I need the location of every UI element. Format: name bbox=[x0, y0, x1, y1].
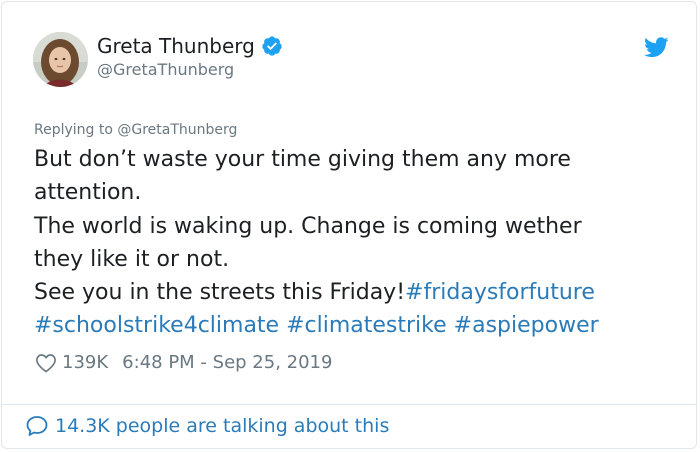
reply-context: Replying to @GretaThunberg bbox=[34, 122, 238, 138]
hashtag-link[interactable]: #fridaysforfuture bbox=[405, 280, 595, 305]
hashtag-link[interactable]: #climatestrike bbox=[286, 313, 447, 338]
tweet-line: #schoolstrike4climate #climatestrike #as… bbox=[34, 309, 674, 342]
tweet-line: they like it or not. bbox=[34, 246, 230, 272]
conversation-text[interactable]: 14.3K people are talking about this bbox=[55, 415, 389, 437]
author-name[interactable]: Greta Thunberg bbox=[97, 34, 255, 58]
like-count[interactable]: 139K bbox=[62, 352, 108, 373]
tweet-line: attention. bbox=[34, 180, 142, 206]
hashtag-link[interactable]: #schoolstrike4climate bbox=[34, 313, 279, 338]
tweet-card: Greta Thunberg @GretaThunberg Replying t… bbox=[1, 1, 697, 449]
author-handle[interactable]: @GretaThunberg bbox=[97, 60, 234, 79]
conversation-link[interactable]: 14.3K people are talking about this bbox=[25, 414, 389, 438]
tweet-text: But don’t waste your time giving them an… bbox=[34, 143, 674, 343]
footer-divider bbox=[2, 404, 696, 405]
tweet-timestamp[interactable]: 6:48 PM - Sep 25, 2019 bbox=[122, 352, 332, 373]
tweet-line: But don’t waste your time giving them an… bbox=[34, 147, 571, 172]
heart-icon[interactable] bbox=[35, 353, 57, 373]
speech-bubble-icon bbox=[25, 414, 49, 438]
twitter-bird-icon[interactable] bbox=[644, 37, 669, 58]
hashtag-link[interactable]: #aspiepower bbox=[454, 313, 599, 338]
avatar[interactable] bbox=[33, 32, 88, 87]
tweet-meta: 139K 6:48 PM - Sep 25, 2019 bbox=[35, 352, 332, 373]
tweet-line-text: See you in the streets this Friday! bbox=[34, 280, 406, 306]
author-name-row[interactable]: Greta Thunberg bbox=[97, 34, 283, 58]
verified-badge-icon bbox=[261, 35, 283, 57]
tweet-line: The world is waking up. Change is coming… bbox=[34, 213, 582, 239]
tweet-line: See you in the streets this Friday!#frid… bbox=[34, 276, 674, 309]
